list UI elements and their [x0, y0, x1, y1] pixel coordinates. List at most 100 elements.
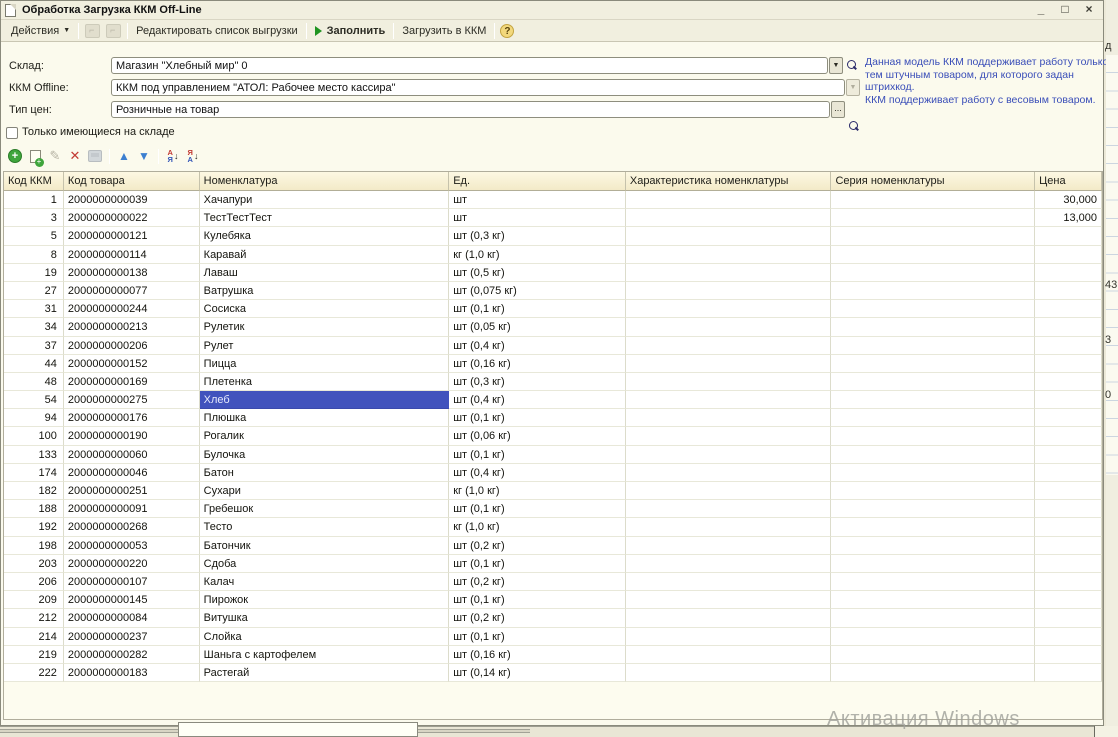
- table-cell[interactable]: Витушка: [200, 609, 450, 627]
- table-cell[interactable]: [1035, 482, 1102, 500]
- table-cell[interactable]: 209: [4, 591, 64, 609]
- table-cell[interactable]: [626, 446, 832, 464]
- table-cell[interactable]: [626, 191, 832, 209]
- table-cell[interactable]: Гребешок: [200, 500, 450, 518]
- table-row[interactable]: 942000000000176Плюшкашт (0,1 кг): [4, 409, 1102, 427]
- table-cell[interactable]: [626, 246, 832, 264]
- kkm-offline-dropdown-button[interactable]: ▼: [846, 79, 860, 96]
- table-cell[interactable]: [831, 246, 1035, 264]
- only-in-stock-checkbox[interactable]: [6, 127, 18, 139]
- table-row[interactable]: 542000000000275Хлебшт (0,4 кг): [4, 391, 1102, 409]
- table-cell[interactable]: [626, 391, 832, 409]
- table-cell[interactable]: [1035, 337, 1102, 355]
- table-cell[interactable]: [626, 518, 832, 536]
- table-cell[interactable]: Кулебяка: [200, 227, 450, 245]
- column-header[interactable]: Номенклатура: [200, 172, 450, 191]
- table-row[interactable]: 342000000000213Рулетикшт (0,05 кг): [4, 318, 1102, 336]
- fill-button[interactable]: Заполнить: [310, 22, 391, 40]
- table-cell[interactable]: шт (0,2 кг): [449, 573, 626, 591]
- table-cell[interactable]: 2000000000114: [64, 246, 200, 264]
- table-cell[interactable]: Сосиска: [200, 300, 450, 318]
- maximize-button[interactable]: □: [1057, 2, 1073, 18]
- table-cell[interactable]: шт (0,075 кг): [449, 282, 626, 300]
- column-header[interactable]: Код ККМ: [4, 172, 64, 191]
- table-cell[interactable]: [626, 664, 832, 682]
- table-cell[interactable]: шт (0,1 кг): [449, 409, 626, 427]
- table-cell[interactable]: 2000000000022: [64, 209, 200, 227]
- table-cell[interactable]: шт (0,2 кг): [449, 537, 626, 555]
- table-cell[interactable]: [831, 646, 1035, 664]
- table-cell[interactable]: 48: [4, 373, 64, 391]
- table-cell[interactable]: 2000000000237: [64, 628, 200, 646]
- table-row[interactable]: 272000000000077Ватрушкашт (0,075 кг): [4, 282, 1102, 300]
- table-row[interactable]: 2122000000000084Витушкашт (0,2 кг): [4, 609, 1102, 627]
- table-cell[interactable]: шт (0,3 кг): [449, 373, 626, 391]
- table-cell[interactable]: 2000000000190: [64, 427, 200, 445]
- table-cell[interactable]: [626, 500, 832, 518]
- table-cell[interactable]: 2000000000121: [64, 227, 200, 245]
- table-cell[interactable]: [1035, 373, 1102, 391]
- column-header[interactable]: Ед.: [449, 172, 626, 191]
- table-cell[interactable]: [831, 664, 1035, 682]
- table-row[interactable]: 372000000000206Рулетшт (0,4 кг): [4, 337, 1102, 355]
- table-cell[interactable]: 2000000000176: [64, 409, 200, 427]
- table-row[interactable]: 482000000000169Плетенкашт (0,3 кг): [4, 373, 1102, 391]
- table-cell[interactable]: Рогалик: [200, 427, 450, 445]
- table-cell[interactable]: [1035, 646, 1102, 664]
- table-row[interactable]: 2032000000000220Сдобашт (0,1 кг): [4, 555, 1102, 573]
- table-cell[interactable]: [831, 300, 1035, 318]
- table-cell[interactable]: [831, 282, 1035, 300]
- table-cell[interactable]: [626, 591, 832, 609]
- table-cell[interactable]: [1035, 537, 1102, 555]
- column-header[interactable]: Характеристика номенклатуры: [626, 172, 832, 191]
- load-to-kkm-button[interactable]: Загрузить в ККМ: [397, 22, 491, 40]
- price-type-more-button[interactable]: ...: [831, 101, 845, 118]
- table-cell[interactable]: 37: [4, 337, 64, 355]
- table-cell[interactable]: 206: [4, 573, 64, 591]
- table-cell[interactable]: 44: [4, 355, 64, 373]
- table-cell[interactable]: шт (0,05 кг): [449, 318, 626, 336]
- table-cell[interactable]: [626, 482, 832, 500]
- table-cell[interactable]: Ватрушка: [200, 282, 450, 300]
- price-type-field[interactable]: Розничные на товар: [111, 101, 830, 118]
- table-cell[interactable]: Калач: [200, 573, 450, 591]
- table-cell[interactable]: 5: [4, 227, 64, 245]
- table-cell[interactable]: шт (0,1 кг): [449, 628, 626, 646]
- sort-ascending-button[interactable]: А Я ↓: [165, 148, 181, 164]
- table-cell[interactable]: [831, 518, 1035, 536]
- table-cell[interactable]: [831, 427, 1035, 445]
- undo-icon[interactable]: [85, 24, 100, 38]
- edit-row-button[interactable]: ✎: [47, 148, 63, 164]
- table-cell[interactable]: 198: [4, 537, 64, 555]
- price-type-search-icon[interactable]: [845, 118, 860, 135]
- table-cell[interactable]: кг (1,0 кг): [449, 482, 626, 500]
- table-row[interactable]: 12000000000039Хачапуришт30,000: [4, 191, 1102, 209]
- table-cell[interactable]: [831, 609, 1035, 627]
- table-cell[interactable]: 2000000000282: [64, 646, 200, 664]
- table-cell[interactable]: шт (0,06 кг): [449, 427, 626, 445]
- table-row[interactable]: 2062000000000107Калачшт (0,2 кг): [4, 573, 1102, 591]
- table-cell[interactable]: [626, 264, 832, 282]
- table-cell[interactable]: кг (1,0 кг): [449, 246, 626, 264]
- table-cell[interactable]: [831, 591, 1035, 609]
- table-cell[interactable]: [831, 191, 1035, 209]
- table-cell[interactable]: [831, 227, 1035, 245]
- table-row[interactable]: 2222000000000183Растегайшт (0,14 кг): [4, 664, 1102, 682]
- table-cell[interactable]: Пирожок: [200, 591, 450, 609]
- table-cell[interactable]: [831, 318, 1035, 336]
- table-cell[interactable]: 2000000000251: [64, 482, 200, 500]
- table-cell[interactable]: [831, 355, 1035, 373]
- table-row[interactable]: 1002000000000190Рогаликшт (0,06 кг): [4, 427, 1102, 445]
- table-cell[interactable]: 182: [4, 482, 64, 500]
- table-cell[interactable]: 2000000000138: [64, 264, 200, 282]
- table-row[interactable]: 1742000000000046Батоншт (0,4 кг): [4, 464, 1102, 482]
- table-cell[interactable]: Каравай: [200, 246, 450, 264]
- table-cell[interactable]: [626, 318, 832, 336]
- table-cell[interactable]: 2000000000046: [64, 464, 200, 482]
- table-cell[interactable]: шт (0,4 кг): [449, 391, 626, 409]
- table-cell[interactable]: 2000000000152: [64, 355, 200, 373]
- table-cell[interactable]: 19: [4, 264, 64, 282]
- table-cell[interactable]: шт (0,14 кг): [449, 664, 626, 682]
- table-cell[interactable]: [626, 282, 832, 300]
- table-cell[interactable]: [831, 391, 1035, 409]
